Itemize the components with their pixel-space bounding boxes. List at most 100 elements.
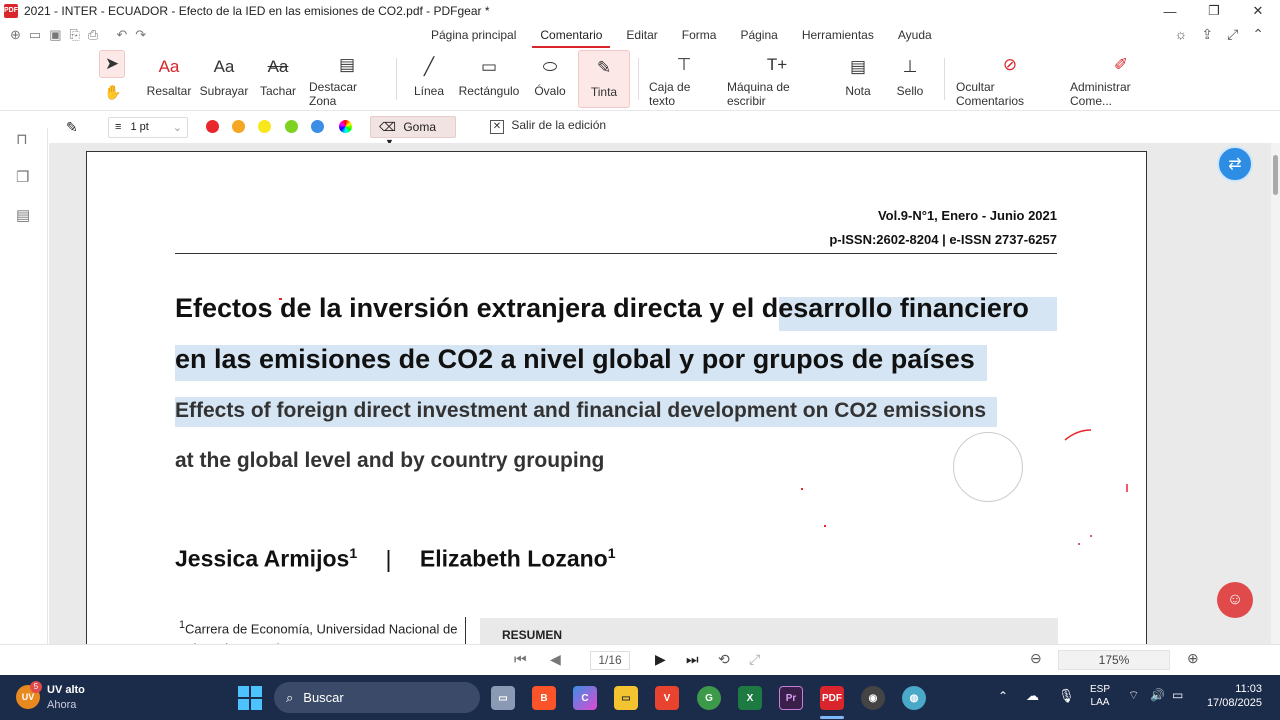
area-highlight-icon: ▤ [338,55,356,74]
color-orange-swatch[interactable] [232,120,245,133]
zoom-in-icon[interactable]: ⊕ [1187,650,1199,667]
tab-pagina[interactable]: Página [732,22,785,48]
new-file-icon[interactable]: ⊕ [10,27,21,43]
collapse-ribbon-icon[interactable]: ⌃ [1252,26,1264,43]
zoom-input[interactable]: 175% [1058,650,1170,670]
translate-icon[interactable]: ⇄ [1217,146,1253,182]
undo-icon[interactable]: ↶ [116,27,127,43]
resaltar-button[interactable]: Aa Resaltar [147,50,192,108]
ovalo-button[interactable]: ⬭ Óvalo [530,50,570,108]
open-folder-icon[interactable]: ▭ [29,27,41,43]
scrollbar-thumb[interactable] [1273,155,1278,195]
ai-assistant-icon[interactable]: ☺ [1217,582,1253,618]
maximize-button[interactable]: ❐ [1192,0,1236,22]
print-icon[interactable]: ⎙ [88,27,98,43]
nota-button[interactable]: ▤ Nota [840,50,876,108]
select-tool[interactable]: ➤ [99,50,125,78]
copilot-icon[interactable]: C [573,686,597,710]
excel-icon[interactable]: X [738,686,762,710]
minimize-button[interactable]: — [1148,0,1192,22]
linea-button[interactable]: ╱ Línea [410,50,448,108]
vertical-scrollbar[interactable] [1271,143,1280,644]
tray-chevron-icon[interactable]: ⌃ [998,689,1008,703]
ink-strokes[interactable] [1057,422,1137,552]
brave-icon[interactable]: B [532,686,556,710]
highlight-icon: Aa [158,57,180,76]
tinta-button[interactable]: ✎ Tinta [578,50,630,108]
maquina-escribir-button[interactable]: T+ Máquina de escribir [727,50,827,108]
first-page-icon[interactable]: ⏮ [514,651,527,668]
caja-texto-button[interactable]: ⊤ Caja de texto [649,50,719,108]
onedrive-icon[interactable]: ☁ [1026,688,1039,704]
rotate-icon[interactable]: ⟲ [718,651,730,668]
color-yellow-swatch[interactable] [258,120,271,133]
share-icon[interactable]: ⇪ [1201,26,1213,43]
document-viewer[interactable]: Vol.9-N°1, Enero - Junio 2021 p-ISSN:260… [49,143,1271,644]
destacar-zona-button[interactable]: ▤ Destacar Zona [309,50,385,108]
tab-ayuda[interactable]: Ayuda [890,22,940,48]
pages-icon[interactable]: ❐ [16,168,29,186]
tab-pagina-principal[interactable]: Página principal [423,22,524,48]
pdfgear-taskbar-icon[interactable]: PDF [820,686,844,710]
premiere-icon[interactable]: Pr [779,686,803,710]
oval-annotation[interactable] [953,432,1023,502]
save-icon[interactable]: ▣ [49,27,61,43]
tab-forma[interactable]: Forma [674,22,725,48]
line-icon: ╱ [423,57,435,76]
volume-icon[interactable]: 🔊 [1150,688,1165,702]
eraser-icon: ⌫ [379,120,396,134]
microphone-icon[interactable]: 🎙 [1058,688,1075,704]
weather-label[interactable]: UV alto [47,684,85,696]
file-explorer-icon[interactable]: ▭ [614,686,638,710]
input-language[interactable]: ESP LAA [1090,684,1110,708]
ink-dot [801,488,803,490]
task-view-icon[interactable]: ▭ [491,686,515,710]
theme-icon[interactable]: ☼ [1174,26,1187,43]
ink-options-bar: ✎ ≡ 1 pt ⌄ [0,110,1280,143]
windows-start-icon[interactable] [238,686,262,710]
color-green-swatch[interactable] [285,120,298,133]
color-picker-icon[interactable] [339,120,352,133]
eraser-button[interactable]: ⌫ Goma ▼ [370,116,456,147]
comments-icon[interactable]: ▤ [16,206,30,224]
taskbar-search[interactable]: ⌕ Buscar [274,682,480,713]
last-page-icon[interactable]: ⏭ [686,651,699,668]
exit-edit-button[interactable]: ✕ Salir de la edición [490,118,606,134]
maps-icon[interactable]: ◍ [902,686,926,710]
prev-page-icon[interactable]: ◀ [550,651,561,668]
manage-comments-icon: ✐ [1113,55,1129,74]
color-blue-swatch[interactable] [311,120,324,133]
chevron-down-icon: ⌄ [172,122,182,134]
thickness-select[interactable]: ≡ 1 pt ⌄ [108,117,188,138]
ocultar-comentarios-button[interactable]: ⊘ Ocultar Comentarios [956,50,1064,108]
zoom-out-icon[interactable]: ⊖ [1030,650,1042,667]
obs-icon[interactable]: ◉ [861,686,885,710]
rectangulo-button[interactable]: ▭ Rectángulo [459,50,520,108]
vivaldi-icon[interactable]: V [655,686,679,710]
fullscreen-icon[interactable]: ⤢ [1227,26,1238,43]
wifi-icon[interactable]: ⌔ [1128,688,1139,703]
title-bar: PDF 2021 - INTER - ECUADOR - Efecto de l… [0,0,1280,22]
chrome-icon[interactable]: G [697,686,721,710]
tab-editar[interactable]: Editar [618,22,665,48]
hand-tool[interactable]: ✋ [101,80,125,104]
comment-ribbon: ➤ ✋ Aa Resaltar Aa Subrayar Aa Tachar ▤ Dest… [0,48,1280,110]
next-page-icon[interactable]: ▶ [655,651,666,668]
battery-icon[interactable]: ▭ [1172,688,1183,702]
bookmark-icon[interactable]: ⊓ [16,130,28,148]
page-number-input[interactable]: 1/16 [590,651,630,670]
tab-comentario[interactable]: Comentario [532,22,611,48]
color-red-swatch[interactable] [206,120,219,133]
sello-button[interactable]: ⊥ Sello [888,50,932,108]
page-navigation-bar: ⏮ ◀ 1/16 ▶ ⏭ ⟲ ⤢ ⊖ 175% ⊕ [0,644,1280,675]
administrar-comentarios-button[interactable]: ✐ Administrar Come... [1070,50,1172,108]
redo-icon[interactable]: ↷ [135,27,146,43]
clock[interactable]: 11:03 17/08/2025 [1200,683,1262,709]
tab-herramientas[interactable]: Herramientas [794,22,882,48]
save-as-icon[interactable]: ⎘ [70,27,80,43]
close-button[interactable]: ✕ [1236,0,1280,22]
notification-badge: 5 [30,681,42,693]
subrayar-button[interactable]: Aa Subrayar [199,50,249,108]
fit-page-icon[interactable]: ⤢ [749,651,760,668]
tachar-button[interactable]: Aa Tachar [258,50,298,108]
